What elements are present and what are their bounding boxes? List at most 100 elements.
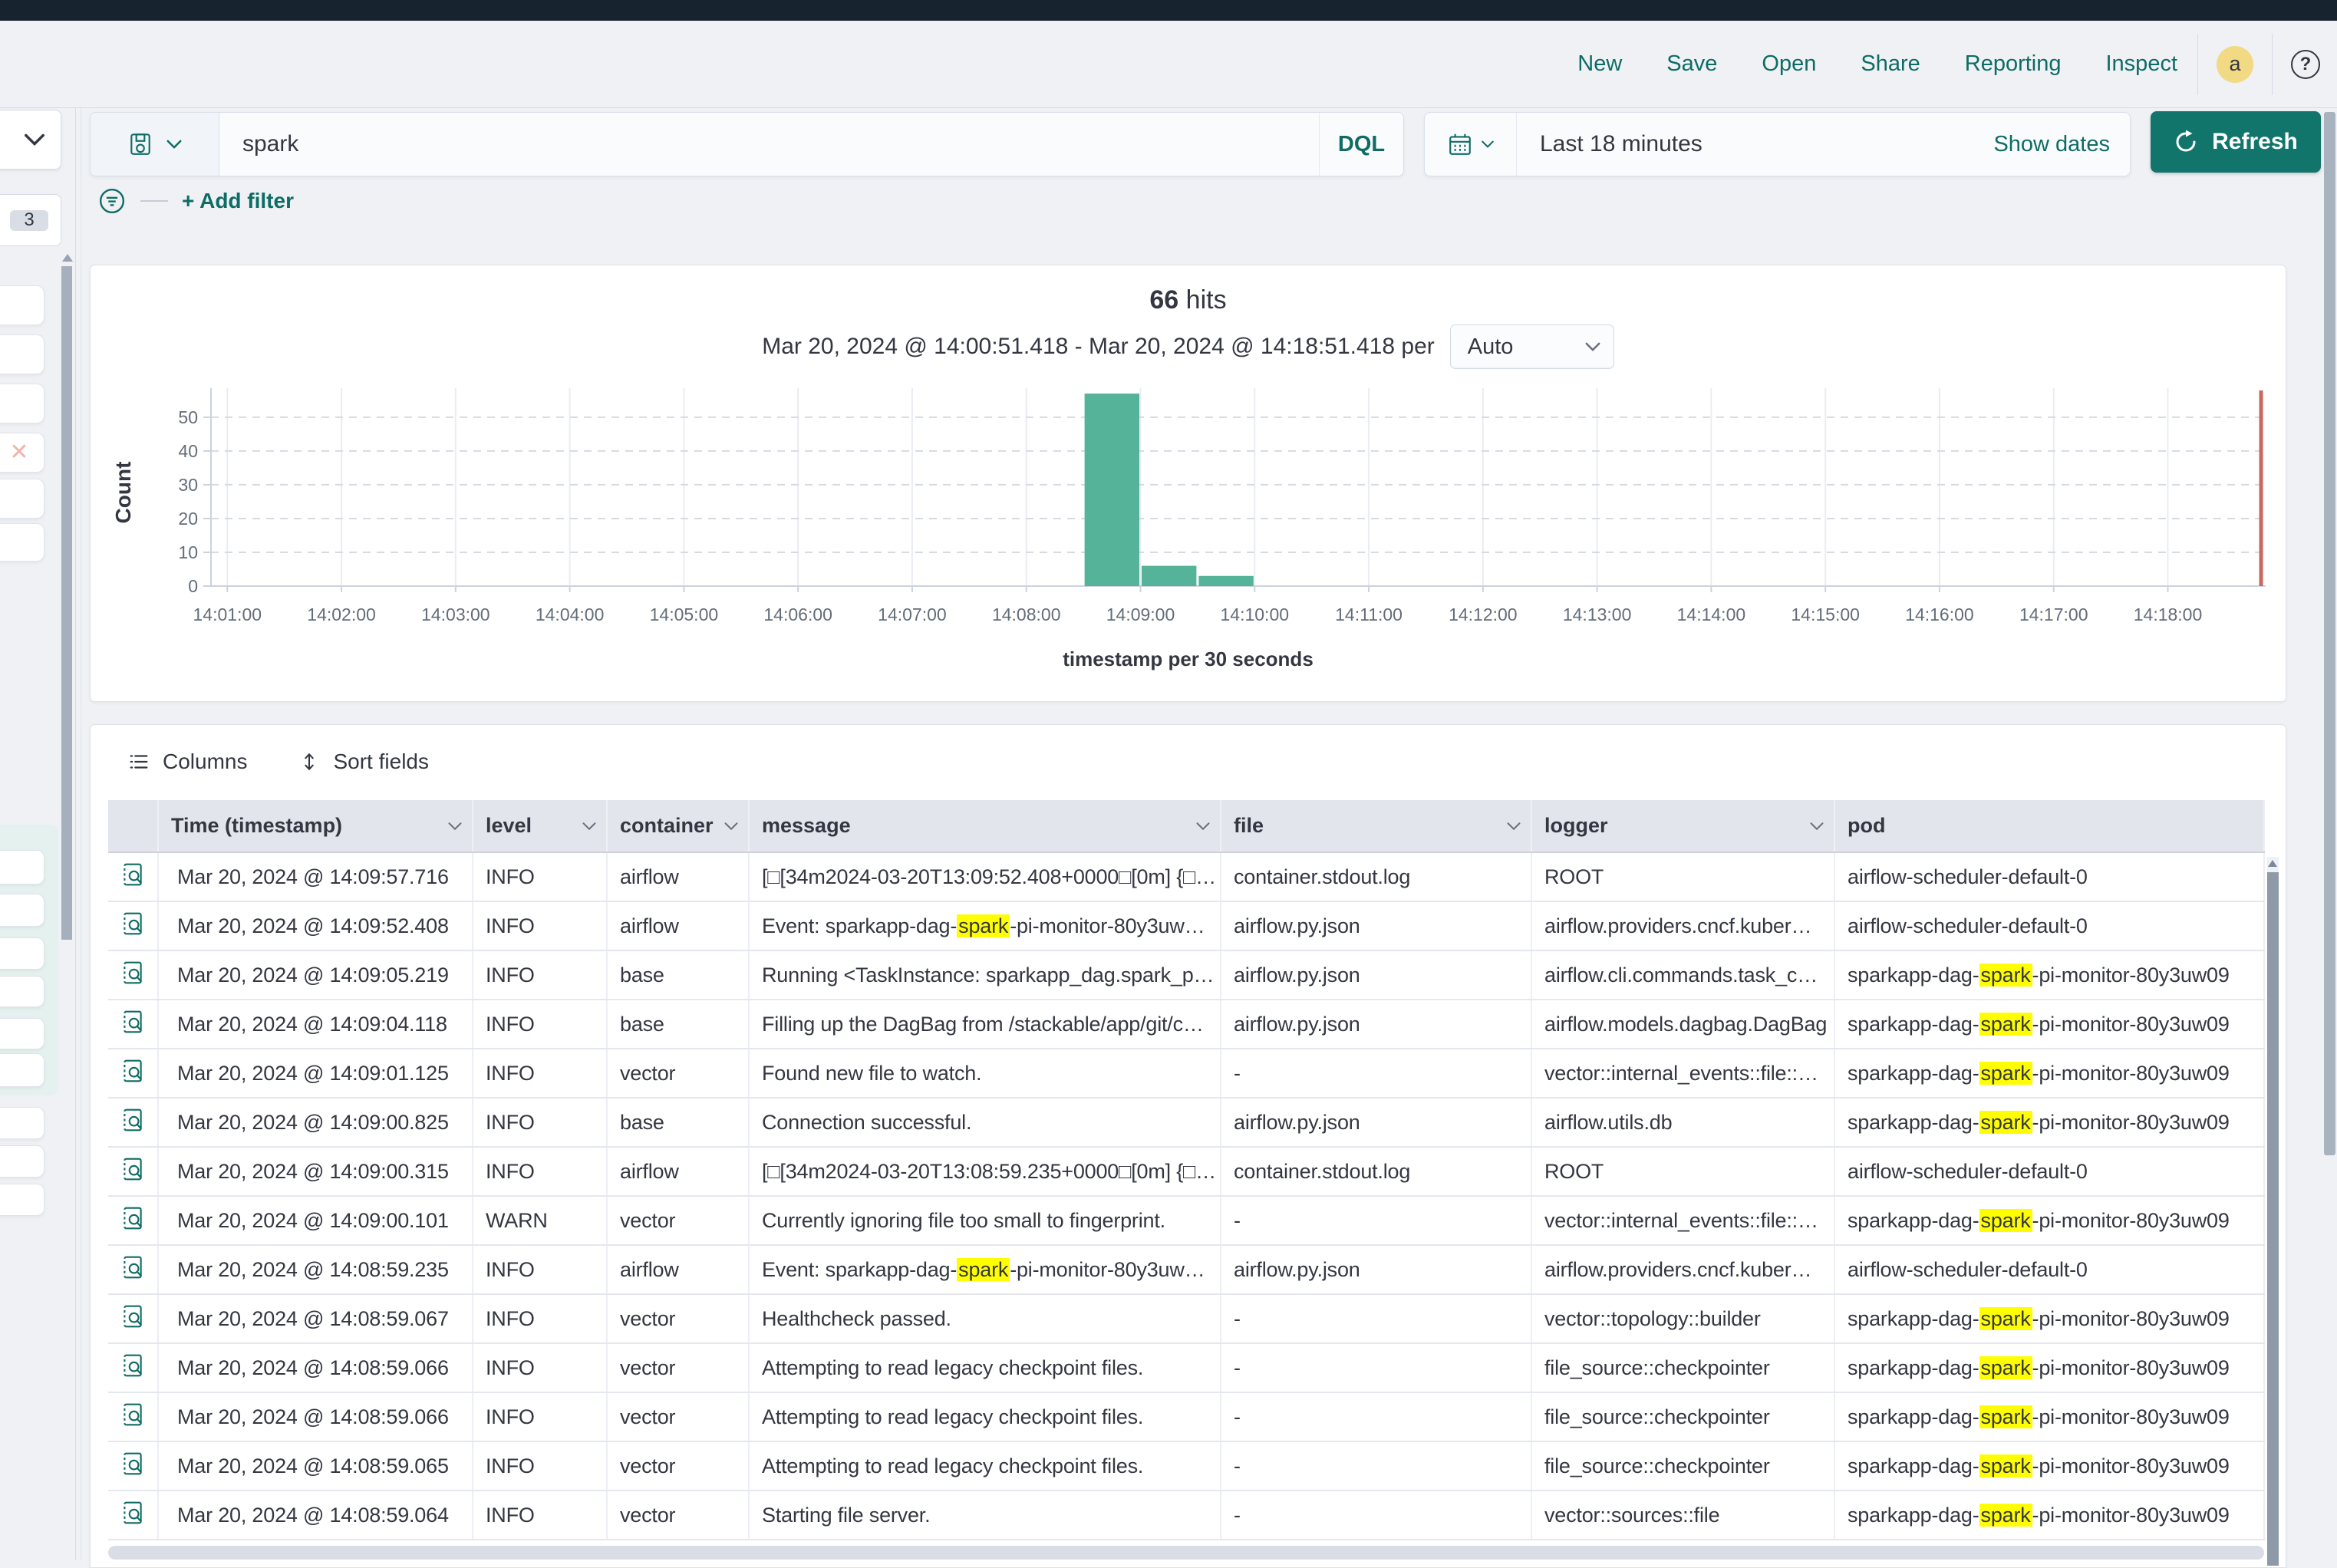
date-picker-menu-button[interactable] xyxy=(1425,113,1517,176)
field-item-card[interactable] xyxy=(0,479,44,519)
inspect-document-button[interactable] xyxy=(120,1402,146,1428)
inspect-document-button[interactable] xyxy=(120,1009,146,1035)
column-label: message xyxy=(762,814,851,838)
cell-time: Mar 20, 2024 @ 14:08:59.066 xyxy=(158,1343,473,1392)
sort-fields-button[interactable]: Sort fields xyxy=(298,749,429,774)
svg-text:10: 10 xyxy=(178,542,198,562)
inspect-document-button[interactable] xyxy=(120,960,146,986)
table-scrollbar-thumb[interactable] xyxy=(2267,872,2279,1566)
cell-file: airflow.py.json xyxy=(1221,950,1531,1000)
column-header-message[interactable]: message xyxy=(749,800,1221,852)
remove-field-icon[interactable]: ✕ xyxy=(9,441,28,464)
cell-file: - xyxy=(1221,1343,1531,1392)
chevron-down-icon xyxy=(1506,819,1521,834)
cell-logger: airflow.utils.db xyxy=(1531,1098,1834,1147)
nav-new[interactable]: New xyxy=(1577,51,1622,77)
column-header-container[interactable]: container xyxy=(607,800,749,852)
help-icon[interactable]: ? xyxy=(2291,50,2320,79)
column-header-level[interactable]: level xyxy=(473,800,607,852)
refresh-button[interactable]: Refresh xyxy=(2151,111,2321,173)
column-header-logger[interactable]: logger xyxy=(1531,800,1834,852)
inspect-document-button[interactable] xyxy=(120,1107,146,1133)
inspect-document-button[interactable] xyxy=(120,1254,146,1280)
inspect-document-button[interactable] xyxy=(120,1058,146,1084)
inspect-document-button[interactable] xyxy=(120,1156,146,1182)
search-input[interactable] xyxy=(219,113,1319,176)
nav-reporting[interactable]: Reporting xyxy=(1965,51,2062,77)
inspect-document-button[interactable] xyxy=(120,1352,146,1379)
sidebar-scrollbar[interactable] xyxy=(61,266,72,940)
nav-open[interactable]: Open xyxy=(1762,51,1816,77)
save-icon xyxy=(127,131,153,157)
cell-time: Mar 20, 2024 @ 14:08:59.067 xyxy=(158,1294,473,1343)
chevron-down-icon xyxy=(166,136,183,153)
show-dates-button[interactable]: Show dates xyxy=(1993,132,2130,157)
table-horizontal-scrollbar[interactable] xyxy=(108,1546,2264,1560)
field-item-card[interactable] xyxy=(0,285,44,325)
page-scrollbar[interactable] xyxy=(2324,112,2335,1155)
columns-button[interactable]: Columns xyxy=(127,749,247,774)
sidebar-scroll-up-arrow[interactable] xyxy=(62,254,73,262)
table-row: Mar 20, 2024 @ 14:09:00.315INFOairflow[□… xyxy=(108,1147,2264,1196)
cell-container: base xyxy=(607,1098,749,1147)
column-label: level xyxy=(486,814,532,838)
cell-logger: ROOT xyxy=(1531,1147,1834,1196)
svg-text:14:10:00: 14:10:00 xyxy=(1221,604,1290,624)
cell-time: Mar 20, 2024 @ 14:08:59.235 xyxy=(158,1245,473,1294)
cell-time: Mar 20, 2024 @ 14:09:00.315 xyxy=(158,1147,473,1196)
cell-pod: sparkapp-dag-spark-pi-monitor-80y3uw09 xyxy=(1834,1000,2264,1049)
inspect-cell xyxy=(108,1294,158,1343)
nav-share[interactable]: Share xyxy=(1861,51,1920,77)
field-item-card[interactable] xyxy=(0,894,44,927)
scroll-up-arrow[interactable] xyxy=(2268,860,2277,867)
svg-text:20: 20 xyxy=(178,509,198,529)
field-item-card[interactable] xyxy=(0,850,44,884)
search-highlight: spark xyxy=(1979,1013,2032,1036)
saved-query-menu-button[interactable] xyxy=(91,113,219,176)
search-highlight: spark xyxy=(1979,1307,2032,1330)
field-item-card[interactable] xyxy=(0,1107,44,1139)
column-header-time[interactable]: Time (timestamp) xyxy=(158,800,473,852)
inspect-document-button[interactable] xyxy=(120,861,146,888)
selected-fields-count-card[interactable]: 3 xyxy=(0,194,61,246)
field-item-card[interactable] xyxy=(0,1018,44,1049)
field-item-card[interactable] xyxy=(0,1053,44,1087)
inspect-document-icon xyxy=(120,1058,146,1084)
cell-file: - xyxy=(1221,1392,1531,1441)
field-item-card[interactable] xyxy=(0,937,44,970)
inspect-document-button[interactable] xyxy=(120,911,146,937)
sidebar-collapse-button[interactable] xyxy=(0,110,61,170)
nav-inspect[interactable]: Inspect xyxy=(2106,51,2178,77)
inspect-document-button[interactable] xyxy=(120,1303,146,1329)
cell-logger: file_source::checkpointer xyxy=(1531,1441,1834,1491)
nav-save[interactable]: Save xyxy=(1666,51,1717,77)
field-item-card[interactable] xyxy=(0,334,44,374)
field-item-card[interactable] xyxy=(0,1184,44,1216)
inspect-cell xyxy=(108,1098,158,1147)
filter-icon[interactable] xyxy=(97,186,127,216)
field-item-card[interactable]: ✕ xyxy=(0,433,44,473)
column-header-pod[interactable]: pod xyxy=(1834,800,2264,852)
field-item-card[interactable] xyxy=(0,976,44,1007)
field-item-card[interactable] xyxy=(0,1145,44,1178)
svg-text:14:02:00: 14:02:00 xyxy=(307,604,376,624)
avatar[interactable]: a xyxy=(2217,46,2253,83)
table-vertical-scrollbar[interactable] xyxy=(2267,857,2279,1566)
table-header-row: Time (timestamp) level container message fil… xyxy=(108,800,2264,852)
time-range-value[interactable]: Last 18 minutes xyxy=(1517,131,1702,157)
add-filter-button[interactable]: + Add filter xyxy=(182,189,294,213)
interval-select[interactable]: Auto xyxy=(1450,324,1614,369)
cell-message: Found new file to watch. xyxy=(749,1049,1221,1098)
inspect-document-button[interactable] xyxy=(120,1500,146,1526)
query-language-button[interactable]: DQL xyxy=(1319,113,1403,176)
search-highlight: spark xyxy=(1979,1356,2032,1379)
cell-file: - xyxy=(1221,1196,1531,1245)
field-item-card[interactable] xyxy=(0,384,44,423)
field-item-card[interactable] xyxy=(0,523,44,562)
inspect-document-button[interactable] xyxy=(120,1205,146,1231)
inspect-cell xyxy=(108,1000,158,1049)
inspect-document-button[interactable] xyxy=(120,1451,146,1477)
column-label: pod xyxy=(1848,814,1885,838)
cell-file: - xyxy=(1221,1441,1531,1491)
column-header-file[interactable]: file xyxy=(1221,800,1531,852)
